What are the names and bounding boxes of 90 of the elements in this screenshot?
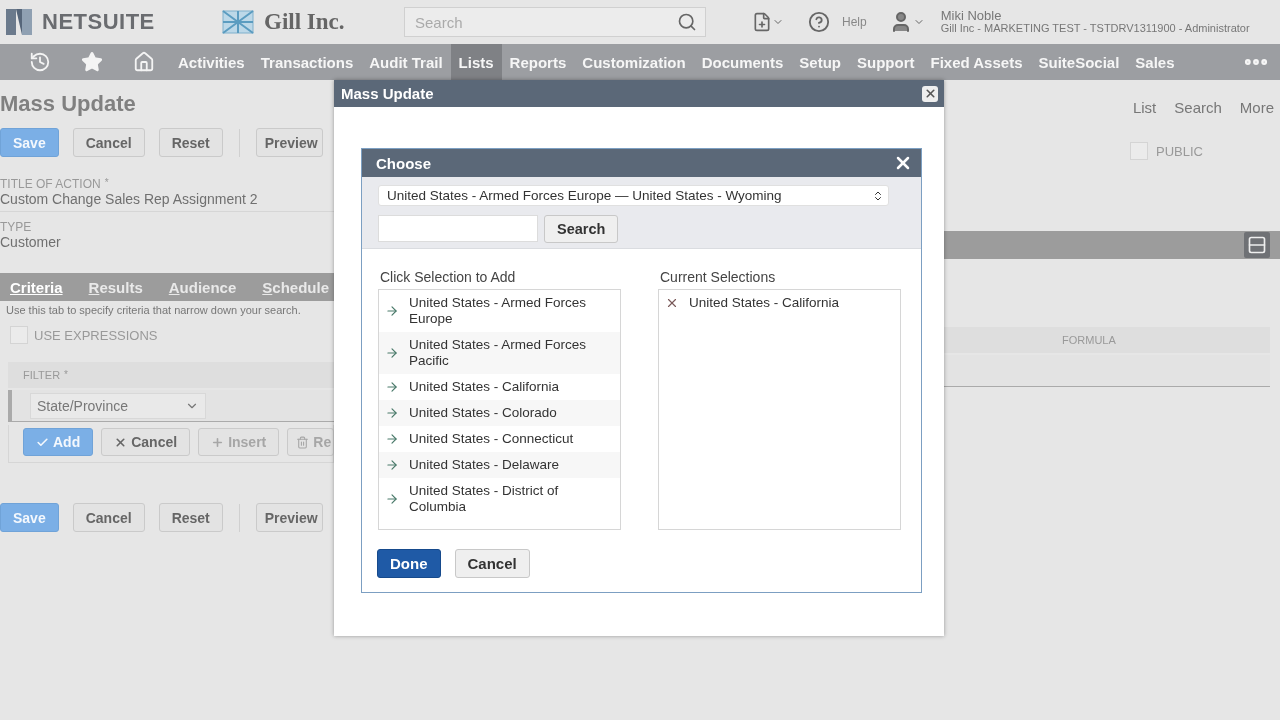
star-icon[interactable] [81, 51, 103, 73]
list-label: Current Selections [660, 269, 777, 285]
home-icon[interactable] [133, 51, 155, 73]
company-logo-icon [222, 10, 254, 34]
item-text: United States - California [689, 294, 840, 311]
tab[interactable]: Criteria [10, 278, 63, 296]
user-name: Miki Noble [940, 9, 1003, 22]
dialog-title: Choose [376, 154, 431, 172]
nav-tab[interactable]: Activities [170, 44, 253, 80]
nav-tab[interactable]: Support [849, 44, 923, 80]
item-text: United States - California [409, 378, 560, 395]
arrow-icon [385, 458, 399, 472]
nav-tab[interactable]: Audit Trail [361, 44, 451, 80]
item-text: United States - Delaware [409, 456, 560, 473]
page-link[interactable]: Search [1174, 98, 1222, 116]
list-item[interactable]: United States - Armed Forces Pacific [379, 332, 620, 374]
dialog-title: Mass Update [341, 85, 434, 102]
required-mark: * [104, 177, 109, 188]
range-dropdown[interactable]: United States - Armed Forces Europe — United States - Wyoming [378, 185, 889, 206]
action-button[interactable]: Preview [255, 128, 323, 157]
caret-icon [872, 189, 884, 202]
company-name: Gill Inc. [264, 9, 345, 35]
item-text: United States - District of Columbia [409, 482, 560, 515]
row-action-button[interactable]: Add [23, 428, 94, 456]
nav-tab[interactable]: Sales [1127, 44, 1183, 80]
logo-text: NETSUITE [42, 9, 155, 35]
field-value: Custom Change Sales Rep Assignment 2 [0, 191, 334, 212]
nav-tab[interactable]: Transactions [252, 44, 362, 80]
action-button[interactable]: Preview [255, 503, 323, 532]
layout-icon[interactable] [1247, 235, 1267, 255]
item-text: United States - Armed Forces Pacific [409, 336, 588, 369]
recent-icon[interactable] [29, 51, 51, 73]
column-header: FILTER * [23, 369, 68, 381]
row-action-button[interactable]: Cancel [101, 428, 191, 456]
done-button[interactable]: Done [377, 549, 441, 578]
close-icon[interactable] [922, 85, 938, 102]
search-field[interactable]: Search [413, 12, 653, 32]
search-field[interactable] [378, 215, 538, 242]
nav-tab[interactable]: Customization [574, 44, 694, 80]
item-text: United States - Connecticut [409, 430, 574, 447]
page-link[interactable]: List [1132, 98, 1157, 116]
arrow-icon [385, 492, 399, 506]
filter-dropdown[interactable]: State/Province [30, 392, 206, 419]
check-icon [36, 435, 49, 449]
new-record-icon[interactable] [752, 12, 784, 32]
save-button[interactable]: Save [0, 128, 59, 157]
cancel-button[interactable]: Cancel [454, 549, 530, 578]
search-button[interactable]: Search [544, 215, 619, 243]
page-title: Mass Update [0, 90, 137, 118]
account-info: Gill Inc - MARKETING TEST - TSTDRV1311900 - Administrator [940, 22, 1250, 35]
arrow-icon [385, 380, 399, 394]
action-button[interactable]: Cancel [72, 503, 145, 532]
checkbox-label: USE EXPRESSIONS [34, 327, 158, 343]
plus-icon [211, 435, 225, 449]
logo-icon [4, 7, 34, 37]
list-item[interactable]: United States - Colorado [379, 400, 620, 426]
page-link[interactable]: More [1239, 98, 1274, 116]
action-button[interactable]: Cancel [72, 128, 145, 157]
tab[interactable]: Results [88, 278, 143, 296]
checkbox-label: PUBLIC [1156, 143, 1203, 159]
nav-tab[interactable]: Reports [501, 44, 575, 80]
nav-tab[interactable]: Setup [791, 44, 849, 80]
tab-hint: Use this tab to specify criteria that narrow down your search. [6, 304, 302, 316]
arrow-icon [385, 406, 399, 420]
column-header: FORMULA [1062, 334, 1116, 346]
item-text: United States - Colorado [409, 404, 557, 421]
field-value: Customer [0, 234, 62, 252]
tab[interactable]: Schedule [262, 278, 329, 296]
nav-tab[interactable]: SuiteSocial [1030, 44, 1128, 80]
list-label: Click Selection to Add [380, 269, 517, 285]
save-button[interactable]: Save [0, 503, 59, 532]
item-text: United States - Armed Forces Europe [409, 294, 588, 327]
nav-tab[interactable]: Fixed Assets [922, 44, 1031, 80]
list-item[interactable]: United States - Delaware [379, 452, 620, 478]
field-label: TYPE [0, 220, 33, 234]
nav-tab[interactable]: Lists [450, 44, 502, 80]
help-link[interactable]: Help [842, 15, 867, 29]
arrow-icon [385, 304, 399, 318]
tab[interactable]: Audience [168, 278, 237, 296]
search-field[interactable]: Search [404, 7, 706, 37]
nav-tab[interactable]: Documents [693, 44, 792, 80]
remove-icon[interactable] [665, 296, 679, 310]
arrow-icon [385, 432, 399, 446]
action-button[interactable]: Reset [158, 128, 223, 157]
search-icon [677, 12, 697, 32]
trash-icon [296, 435, 310, 449]
arrow-icon [385, 346, 399, 360]
field-label: TITLE OF ACTION * [0, 177, 110, 191]
help-icon[interactable] [808, 11, 830, 33]
action-button[interactable]: Reset [158, 503, 223, 532]
